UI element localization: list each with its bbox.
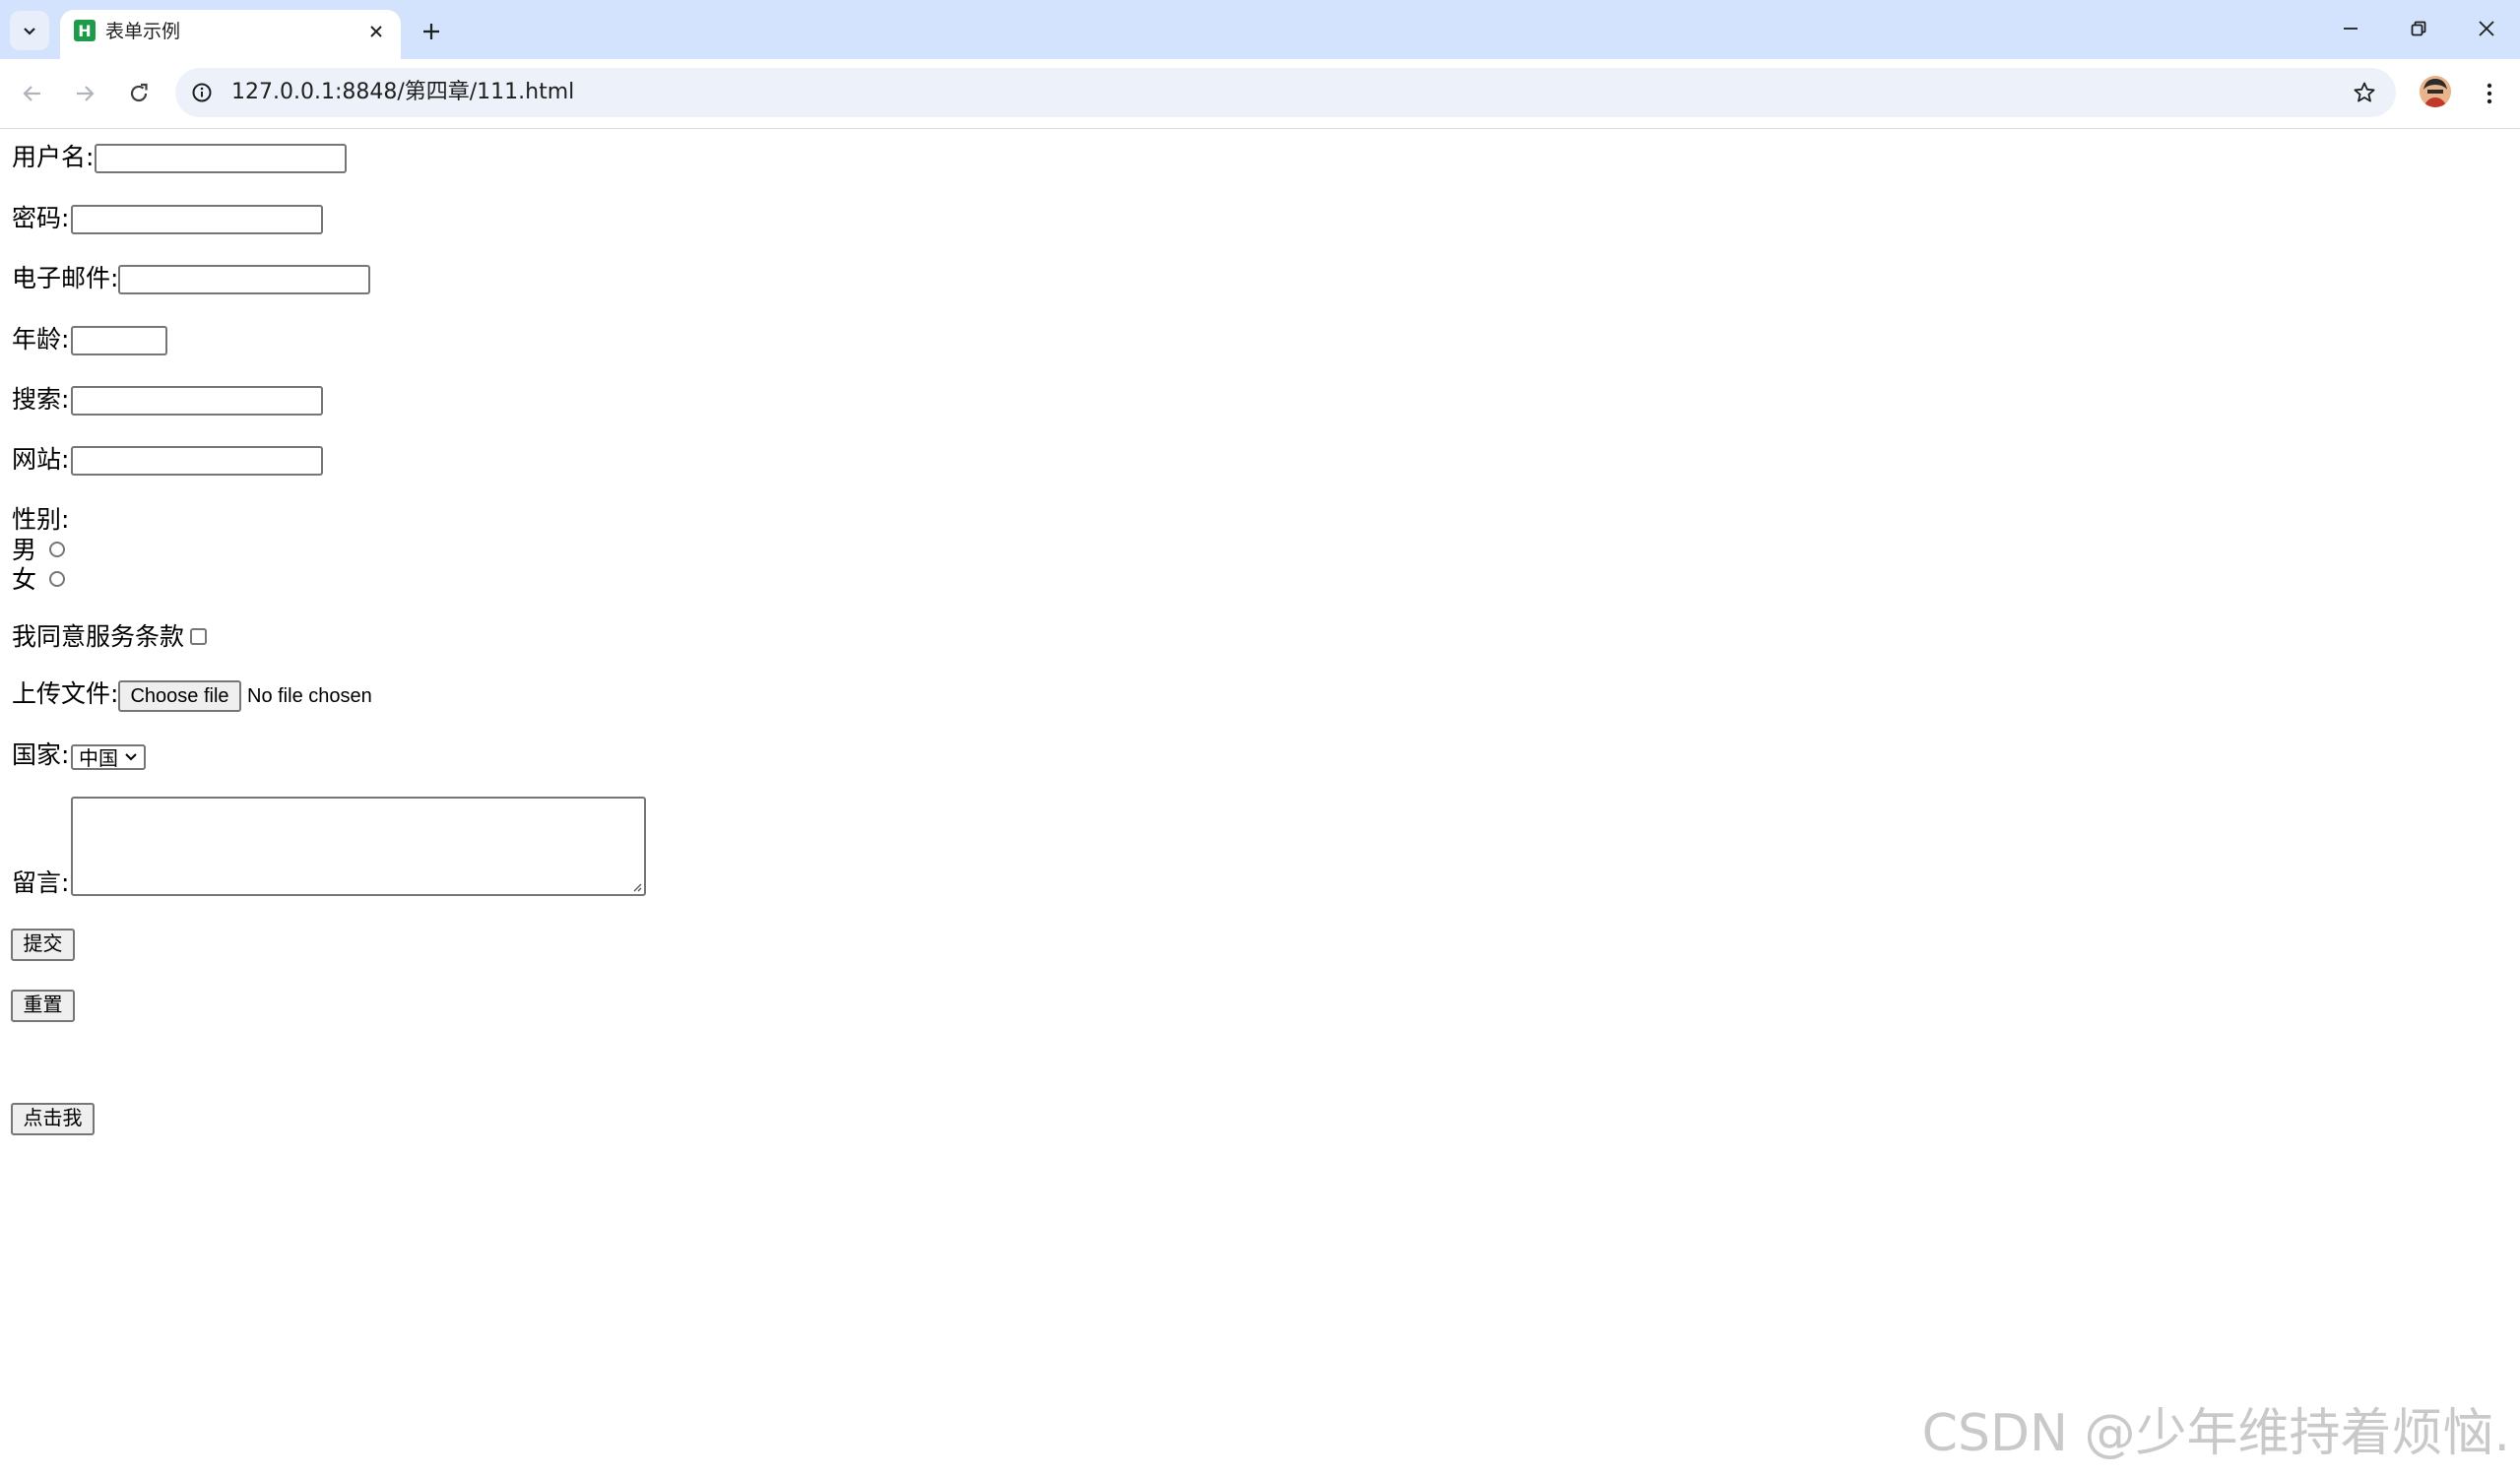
- gender-male-label: 男: [12, 536, 37, 564]
- tab-close-button[interactable]: [363, 19, 389, 44]
- search-input[interactable]: [71, 386, 323, 416]
- resize-grip-icon[interactable]: [630, 880, 642, 892]
- gender-label: 性别:: [12, 505, 70, 534]
- age-label: 年龄:: [12, 325, 70, 353]
- profile-avatar[interactable]: [2420, 76, 2451, 107]
- restore-icon: [2411, 21, 2426, 36]
- browser-menu-button[interactable]: [2476, 74, 2503, 113]
- reset-button[interactable]: 重置: [11, 990, 75, 1022]
- agree-label: 我同意服务条款: [12, 622, 185, 651]
- gender-female-label: 女: [12, 565, 37, 594]
- chevron-down-icon: [24, 28, 35, 35]
- page-content: 用户名: 密码: 电子邮件: 年龄: 搜索: 网站: 性别: 男 女 我同意服务…: [0, 129, 2520, 1477]
- file-status-text: No file chosen: [247, 685, 372, 707]
- avatar-icon: [2420, 76, 2451, 107]
- password-input[interactable]: [71, 205, 323, 234]
- star-icon: [2354, 82, 2375, 102]
- click-me-button[interactable]: 点击我: [11, 1103, 95, 1135]
- email-label: 电子邮件:: [12, 264, 119, 292]
- tab-active[interactable]: H 表单示例: [60, 10, 401, 59]
- back-arrow-icon: [23, 86, 40, 101]
- search-label: 搜索:: [12, 385, 70, 414]
- agree-checkbox[interactable]: [190, 628, 207, 645]
- forward-button[interactable]: [65, 74, 104, 113]
- restore-button[interactable]: [2394, 8, 2443, 49]
- gender-female-radio[interactable]: [49, 571, 65, 587]
- favicon-icon: H: [74, 20, 96, 41]
- country-label: 国家:: [12, 740, 70, 769]
- forward-arrow-icon: [77, 86, 95, 101]
- email-input[interactable]: [118, 265, 370, 294]
- browser-window: H 表单示例 127.0.0.1:8848/第四章/111.html 用户名: …: [0, 0, 2520, 1477]
- minimize-icon: [2344, 28, 2358, 30]
- site-info-icon[interactable]: [190, 81, 214, 104]
- address-bar[interactable]: 127.0.0.1:8848/第四章/111.html: [175, 68, 2396, 117]
- age-input[interactable]: [71, 326, 167, 355]
- country-selected-value: 中国: [79, 746, 118, 770]
- browser-toolbar: 127.0.0.1:8848/第四章/111.html: [0, 59, 2520, 129]
- tab-search-button[interactable]: [10, 11, 49, 50]
- password-label: 密码:: [12, 204, 70, 232]
- more-vert-icon: [2487, 83, 2492, 104]
- tab-bar: H 表单示例: [0, 0, 2520, 59]
- gender-male-radio[interactable]: [49, 542, 65, 557]
- new-tab-button[interactable]: [414, 14, 449, 49]
- website-input[interactable]: [71, 446, 323, 476]
- info-icon: [192, 83, 212, 102]
- close-icon: [370, 26, 382, 37]
- tab-title: 表单示例: [105, 21, 181, 42]
- reload-button[interactable]: [119, 74, 159, 113]
- watermark-text: CSDN @少年维持着烦恼.: [1921, 1404, 2510, 1463]
- close-window-button[interactable]: [2462, 8, 2511, 49]
- website-label: 网站:: [12, 445, 70, 474]
- reload-icon: [130, 83, 148, 102]
- upload-label: 上传文件:: [12, 679, 119, 708]
- url-text: 127.0.0.1:8848/第四章/111.html: [231, 80, 575, 104]
- bookmark-button[interactable]: [2351, 79, 2378, 106]
- chevron-down-icon: [125, 753, 137, 761]
- close-icon: [2479, 21, 2494, 36]
- choose-file-button[interactable]: Choose file: [118, 680, 241, 712]
- back-button[interactable]: [13, 74, 52, 113]
- message-textarea[interactable]: [71, 797, 646, 896]
- username-label: 用户名:: [12, 143, 95, 171]
- message-label: 留言:: [12, 868, 70, 897]
- submit-button[interactable]: 提交: [11, 929, 75, 961]
- username-input[interactable]: [95, 144, 347, 173]
- minimize-button[interactable]: [2326, 8, 2375, 49]
- country-select[interactable]: 中国: [71, 744, 146, 770]
- plus-icon: [423, 24, 439, 39]
